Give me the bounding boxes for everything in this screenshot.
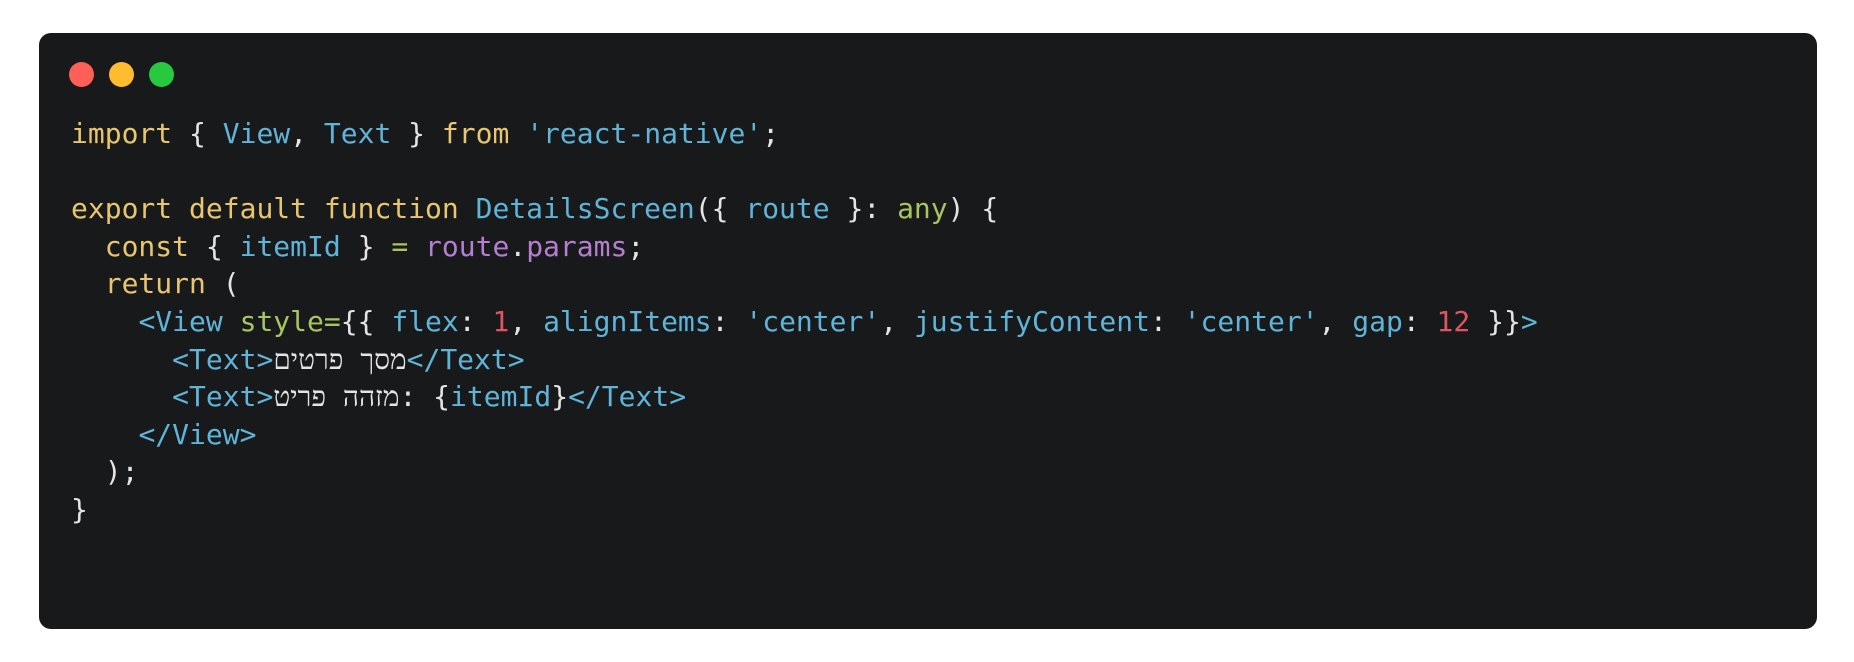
- code-token: const: [104, 229, 190, 263]
- code-token: <Text>: [172, 342, 274, 376]
- code-token: route: [425, 229, 510, 263]
- code-token: >: [1520, 304, 1538, 338]
- close-dot-icon[interactable]: [69, 62, 94, 87]
- code-token: );: [71, 455, 139, 489]
- code-window: import { View, Text } from 'react-native…: [39, 33, 1817, 629]
- code-token: =: [323, 304, 341, 338]
- code-token: :: [1402, 304, 1437, 338]
- code-token: מסך פרטים: [273, 342, 407, 376]
- code-token: View: [222, 117, 291, 150]
- code-token: :: [1149, 304, 1184, 338]
- code-line: const { itemId } = route.params;: [71, 228, 1538, 266]
- code-token: {: [172, 117, 223, 150]
- code-token: ;: [627, 229, 645, 263]
- code-token: </Text>: [406, 342, 525, 376]
- code-token: 1: [492, 304, 510, 338]
- code-token: flex: [391, 304, 459, 338]
- code-token: DetailsScreen: [475, 192, 695, 226]
- zoom-dot-icon[interactable]: [149, 62, 174, 87]
- code-token: ({: [694, 192, 746, 226]
- code-block: import { View, Text } from 'react-native…: [71, 115, 1538, 529]
- code-token: </View>: [138, 417, 257, 451]
- code-token: <Text>: [172, 380, 274, 414]
- code-token: itemId: [239, 229, 341, 263]
- code-token: route: [745, 192, 830, 226]
- code-token: (: [205, 267, 240, 301]
- code-token: return: [104, 267, 206, 301]
- code-token: from: [441, 117, 510, 150]
- code-line: export default function DetailsScreen({ …: [71, 190, 1538, 228]
- code-token: }: [391, 117, 442, 150]
- code-token: }:: [829, 192, 898, 226]
- code-token: : {: [399, 380, 451, 414]
- code-token: ,: [290, 117, 324, 150]
- code-token: export: [71, 192, 173, 226]
- code-line: </View>: [71, 416, 1538, 454]
- code-token: 'center': [745, 304, 881, 338]
- code-token: any: [897, 192, 948, 226]
- window-controls: [69, 62, 174, 87]
- code-token: default: [189, 192, 308, 226]
- code-token: params: [526, 229, 628, 263]
- code-token: }: [340, 229, 392, 263]
- code-token: 12: [1436, 304, 1471, 338]
- code-line: }: [71, 491, 1538, 529]
- code-line: );: [71, 453, 1538, 491]
- code-token: style: [239, 304, 324, 338]
- code-line: <Text>מסך פרטים</Text>: [71, 341, 1538, 379]
- code-line: <Text>מזהה פריט: {itemId}</Text>: [71, 378, 1538, 416]
- code-token: ) {: [947, 192, 999, 226]
- code-line: return (: [71, 265, 1538, 303]
- minimize-dot-icon[interactable]: [109, 62, 134, 87]
- code-token: justifyContent: [913, 304, 1150, 338]
- code-token: itemId: [450, 380, 552, 414]
- code-token: <View: [138, 304, 223, 338]
- code-token: }: [71, 492, 88, 526]
- code-token: Text: [323, 117, 392, 150]
- code-token: gap: [1352, 304, 1403, 338]
- code-token: {: [189, 229, 240, 263]
- code-token: =: [391, 229, 409, 263]
- code-token: ,: [1318, 304, 1353, 338]
- code-line: <View style={{ flex: 1, alignItems: 'cen…: [71, 303, 1538, 341]
- code-token: :: [458, 304, 493, 338]
- code-token: 'center': [1183, 304, 1319, 338]
- code-token: alignItems: [543, 304, 712, 338]
- code-token: }: [551, 380, 569, 414]
- code-token: :: [711, 304, 746, 338]
- code-token: .: [509, 229, 527, 263]
- code-token: ,: [880, 304, 914, 338]
- code-token: }}: [1470, 304, 1521, 338]
- code-token: מזהה פריט: [273, 380, 400, 414]
- code-token: ,: [509, 304, 544, 338]
- code-token: ;: [762, 117, 780, 150]
- code-token: function: [323, 192, 459, 226]
- code-token: 'react-native': [526, 117, 763, 150]
- code-token: import: [71, 117, 173, 150]
- code-line: import { View, Text } from 'react-native…: [71, 115, 1538, 153]
- code-token: {{: [340, 304, 392, 338]
- code-token: </Text>: [568, 380, 687, 414]
